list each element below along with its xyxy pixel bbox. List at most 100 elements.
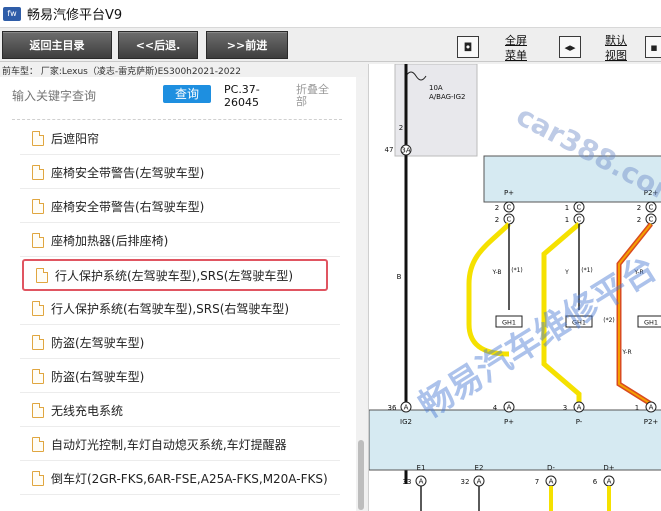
document-icon <box>32 403 44 418</box>
list-item[interactable]: 座椅安全带警告(左驾驶车型) <box>20 157 340 189</box>
fullscreen-label-line1: 全屏 <box>505 34 527 47</box>
list-item-label: 倒车灯(2GR-FKS,6AR-FSE,A25A-FKS,M20A-FKS) <box>51 472 328 486</box>
pin-number: 2 <box>637 216 641 224</box>
connector-pin-label: A <box>649 404 654 412</box>
list-item[interactable]: 行人保护系统(左驾驶车型),SRS(左驾驶车型) <box>22 259 328 291</box>
document-icon <box>36 267 48 283</box>
pin-number: 7 <box>535 478 539 486</box>
terminal-label: D- <box>547 464 555 472</box>
default-view-label-line2: 视图 <box>605 49 627 62</box>
fuse-name: A/BAG-IG2 <box>429 93 466 101</box>
app-title: 畅易汽修平台V9 <box>27 8 123 23</box>
app-logo-icon: fw <box>3 6 21 21</box>
connector-pin-label: A <box>507 404 512 412</box>
terminal-label: P- <box>576 418 583 426</box>
terminal-label: P2+ <box>644 418 659 426</box>
connector-pin-label: A <box>549 478 554 486</box>
pin-number: 1 <box>635 404 639 412</box>
connector-pin-label: A <box>577 404 582 412</box>
list-item[interactable]: 无线充电系统 <box>20 395 340 427</box>
pin-number: 1 <box>565 216 569 224</box>
pin-number: 2 <box>637 204 641 212</box>
note-label: (*1) <box>511 267 523 274</box>
scrollbar-thumb[interactable] <box>358 440 364 510</box>
back-to-main-button[interactable]: 返回主目录 <box>2 31 112 59</box>
fullscreen-label-line2: 菜单 <box>505 49 527 62</box>
current-vehicle-text: 前车型： 厂家:Lexus（凌志-雷克萨斯)ES300h2021-2022 <box>2 67 241 77</box>
list-item[interactable]: 座椅安全带警告(右驾驶车型) <box>20 191 340 223</box>
document-icon <box>32 335 44 350</box>
wire-color-label: Y-R <box>621 349 631 356</box>
list-item[interactable]: 防盗(右驾驶车型) <box>20 361 340 393</box>
list-item[interactable]: 自动灯光控制,车灯自动熄灭系统,车灯提醒器 <box>20 429 340 461</box>
list-item-label: 座椅加热器(后排座椅) <box>51 234 169 248</box>
pin-number: 1 <box>565 204 569 212</box>
forward-button[interactable]: >>前进 <box>206 31 288 59</box>
connector-pin-label: C <box>577 204 582 212</box>
wire-color-label: B <box>397 273 402 281</box>
document-icon <box>32 471 44 486</box>
terminal-label: P+ <box>504 418 514 426</box>
wire-color-label: Y <box>564 269 569 276</box>
terminal-label: E1 <box>417 464 426 472</box>
extra-tool-icon[interactable]: ▪ <box>645 36 661 58</box>
connector-pin-label: C <box>649 216 654 224</box>
title-bar: fw 畅易汽修平台V9 <box>0 0 661 28</box>
terminal-label: P+ <box>504 189 514 197</box>
document-icon <box>32 131 44 146</box>
list-item-label: 防盗(右驾驶车型) <box>51 370 145 384</box>
list-item[interactable]: 防盗(左驾驶车型) <box>20 327 340 359</box>
wire-color-label: Y-B <box>491 269 501 276</box>
divider <box>12 119 342 120</box>
pin-number: 32 <box>461 478 470 486</box>
default-view-label-line1: 默认 <box>605 34 627 47</box>
pin-number: 6 <box>593 478 598 486</box>
list-item-label: 后遮阳帘 <box>51 132 100 146</box>
fullscreen-menu-icon[interactable]: ◘ <box>457 36 479 58</box>
search-input[interactable] <box>12 87 152 105</box>
list-item-label: 座椅安全带警告(右驾驶车型) <box>51 200 205 214</box>
diagram-code: PC.37-26045 <box>224 83 260 109</box>
connector-pin-label: C <box>649 204 654 212</box>
pin-number: 2 <box>495 204 499 212</box>
connector-pin-label: A <box>419 478 424 486</box>
document-icon <box>32 233 44 248</box>
terminal-label: D+ <box>603 464 614 472</box>
list-item[interactable]: 行人保护系统(右驾驶车型),SRS(右驾驶车型) <box>20 293 340 325</box>
toolbar: 返回主目录 <<后退. >>前进 ◘ 全屏 菜单 ◂▸ 默认 视图 ▪ <box>0 28 661 62</box>
default-view-link[interactable]: 默认 视图 <box>601 33 631 63</box>
pin-number: 3 <box>563 404 567 412</box>
fuse-rating: 10A <box>429 84 443 92</box>
list-item[interactable]: 座椅加热器(后排座椅) <box>20 225 340 257</box>
left-panel: 查询 PC.37-26045 折叠全部 后遮阳帘座椅安全带警告(左驾驶车型) 座椅… <box>0 77 366 511</box>
pin-number: 2 <box>495 216 499 224</box>
document-icon <box>32 301 44 316</box>
back-button[interactable]: <<后退. <box>118 31 198 59</box>
list-item-label: 行人保护系统(右驾驶车型),SRS(右驾驶车型) <box>51 302 290 316</box>
pin-number: 36 <box>388 404 397 412</box>
search-button[interactable]: 查询 <box>163 85 211 103</box>
default-view-icon[interactable]: ◂▸ <box>559 36 581 58</box>
pin-number: 47 <box>385 146 394 154</box>
list-item[interactable]: 倒车灯(2GR-FKS,6AR-FSE,A25A-FKS,M20A-FKS) <box>20 463 340 495</box>
connector-pin-label: 3A <box>401 147 410 155</box>
terminal-label: IG2 <box>400 418 412 426</box>
list-item[interactable]: 后遮阳帘 <box>20 123 340 155</box>
document-icon <box>32 199 44 214</box>
document-icon <box>32 437 44 452</box>
list-item-label: 无线充电系统 <box>51 404 124 418</box>
fullscreen-menu-link[interactable]: 全屏 菜单 <box>499 33 533 63</box>
document-icon <box>32 165 44 180</box>
list-item-label: 行人保护系统(左驾驶车型),SRS(左驾驶车型) <box>55 268 294 283</box>
collapse-all-link[interactable]: 折叠全部 <box>296 84 336 108</box>
terminal-label: E2 <box>475 464 484 472</box>
connector-pin-label: C <box>507 216 512 224</box>
pin-number: 2 <box>399 124 403 132</box>
list-item-label: 防盗(左驾驶车型) <box>51 336 145 350</box>
list-item-label: 自动灯光控制,车灯自动熄灭系统,车灯提醒器 <box>51 438 287 452</box>
connector-pin-label: C <box>507 204 512 212</box>
connector-pin-label: A <box>607 478 612 486</box>
document-icon <box>32 369 44 384</box>
pin-number: 33 <box>403 478 412 486</box>
airbag-ecu-lower <box>369 409 661 471</box>
